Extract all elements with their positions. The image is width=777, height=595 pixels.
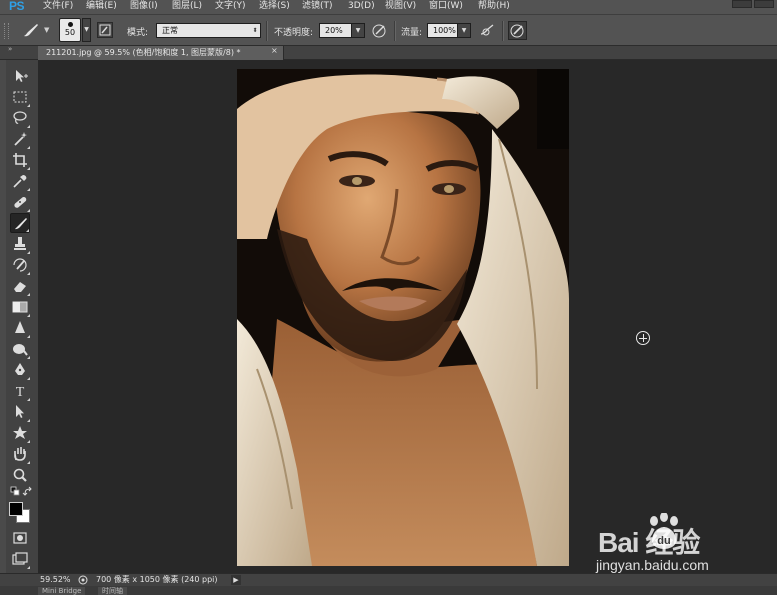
opacity-field[interactable]: 20% xyxy=(319,23,352,38)
brush-tool-preset-icon[interactable] xyxy=(20,20,42,40)
brush-tip-icon xyxy=(67,22,73,27)
menu-window[interactable]: 窗口(W) xyxy=(429,0,463,14)
crop-tool-icon[interactable] xyxy=(10,150,30,170)
menu-layer[interactable]: 图层(L) xyxy=(172,0,202,14)
zoom-level-field[interactable]: 59.52% xyxy=(38,574,76,586)
photoshop-logo: PS xyxy=(9,0,25,13)
baidu-paw-icon: du xyxy=(650,513,678,549)
brush-picker-dropdown[interactable]: ▼ xyxy=(82,18,91,42)
brush-cursor xyxy=(636,331,650,345)
separator xyxy=(394,21,396,41)
toolbox-edge xyxy=(0,60,6,595)
gradient-tool-icon[interactable] xyxy=(10,297,30,317)
eyedropper-tool-icon[interactable] xyxy=(10,171,30,191)
timeline-tab[interactable]: 时间轴 xyxy=(98,587,127,595)
flow-value: 100% xyxy=(433,26,456,35)
zoom-tool-icon[interactable] xyxy=(10,465,30,485)
close-icon[interactable]: × xyxy=(271,46,278,55)
menu-select[interactable]: 选择(S) xyxy=(259,0,290,14)
airbrush-icon[interactable] xyxy=(478,21,497,40)
clone-stamp-tool-icon[interactable] xyxy=(10,234,30,254)
brush-tool-icon[interactable] xyxy=(10,213,30,233)
opacity-value: 20% xyxy=(325,26,343,35)
opacity-label: 不透明度: xyxy=(274,28,314,38)
separator xyxy=(502,21,504,41)
blur-tool-icon[interactable] xyxy=(10,318,30,338)
mini-bridge-tab[interactable]: Mini Bridge xyxy=(38,587,86,595)
foreground-color-swatch[interactable] xyxy=(9,502,23,516)
lasso-tool-icon[interactable] xyxy=(10,108,30,128)
chevron-updown-icon: ⬍ xyxy=(252,27,258,34)
menu-bar: PS 文件(F) 编辑(E) 图像(I) 图层(L) 文字(Y) 选择(S) 滤… xyxy=(0,0,777,14)
flow-label: 流量: xyxy=(401,28,423,38)
menu-help[interactable]: 帮助(H) xyxy=(478,0,510,14)
bottom-panel-bar: Mini Bridge 时间轴 xyxy=(0,586,777,595)
magic-wand-tool-icon[interactable] xyxy=(10,129,30,149)
eraser-tool-icon[interactable] xyxy=(10,276,30,296)
document-size-info: 700 像素 x 1050 像素 (240 ppi) xyxy=(96,575,218,584)
document-profile-icon[interactable] xyxy=(78,575,88,585)
marquee-tool-icon[interactable] xyxy=(10,87,30,107)
baidu-jingyan-watermark: Bai 经验 du jingyan.baidu.com xyxy=(594,511,774,581)
history-brush-tool-icon[interactable] xyxy=(10,255,30,275)
pressure-size-icon[interactable] xyxy=(508,21,527,40)
brush-size-value: 50 xyxy=(64,28,76,37)
document-tab[interactable]: 211201.jpg @ 59.5% (色相/饱和度 1, 图层蒙版/8) * … xyxy=(38,46,284,60)
document-tab-bar: » 211201.jpg @ 59.5% (色相/饱和度 1, 图层蒙版/8) … xyxy=(0,45,777,60)
healing-brush-tool-icon[interactable] xyxy=(10,192,30,212)
swap-colors-icon[interactable] xyxy=(22,486,34,498)
svg-text:T: T xyxy=(16,385,25,400)
path-selection-tool-icon[interactable] xyxy=(10,402,30,422)
menu-image[interactable]: 图像(I) xyxy=(130,0,158,14)
menu-edit[interactable]: 编辑(E) xyxy=(86,0,117,14)
hand-tool-icon[interactable] xyxy=(10,444,30,464)
quick-mask-icon[interactable] xyxy=(10,528,30,548)
move-tool-icon[interactable] xyxy=(10,66,30,86)
brush-panel-toggle-icon[interactable] xyxy=(97,22,113,38)
dodge-tool-icon[interactable] xyxy=(10,339,30,359)
maximize-button[interactable] xyxy=(754,0,774,8)
screen-mode-icon[interactable] xyxy=(10,549,30,569)
brush-size-picker[interactable]: 50 xyxy=(59,18,81,42)
pen-tool-icon[interactable] xyxy=(10,360,30,380)
menu-filter[interactable]: 滤镜(T) xyxy=(302,0,333,14)
watermark-url: jingyan.baidu.com xyxy=(596,557,709,573)
options-bar: ▼ 50 ▼ 模式: 正常 ⬍ 不透明度: 20% ▼ 流量: 100% ▼ xyxy=(0,14,777,46)
pressure-opacity-icon[interactable] xyxy=(370,21,389,40)
blend-mode-value: 正常 xyxy=(162,26,178,35)
opacity-dropdown-button[interactable]: ▼ xyxy=(351,23,365,38)
flow-dropdown-button[interactable]: ▼ xyxy=(457,23,471,38)
tool-preset-dropdown-icon[interactable]: ▼ xyxy=(44,26,49,34)
mode-label: 模式: xyxy=(127,28,149,38)
document-tab-title: 211201.jpg @ 59.5% (色相/饱和度 1, 图层蒙版/8) * xyxy=(46,48,241,57)
menu-type[interactable]: 文字(Y) xyxy=(215,0,246,14)
collapse-toolbox-icon[interactable]: » xyxy=(8,45,12,53)
blend-mode-select[interactable]: 正常 ⬍ xyxy=(156,23,261,38)
shape-tool-icon[interactable] xyxy=(10,423,30,443)
separator xyxy=(266,21,268,41)
svg-text:du: du xyxy=(657,535,670,547)
flow-field[interactable]: 100% xyxy=(427,23,458,38)
menu-3d[interactable]: 3D(D) xyxy=(348,0,375,14)
type-tool-icon[interactable]: T xyxy=(10,381,30,401)
menu-view[interactable]: 视图(V) xyxy=(385,0,416,14)
status-menu-arrow-icon[interactable]: ▶ xyxy=(231,575,241,585)
document-image[interactable] xyxy=(237,69,569,566)
menu-file[interactable]: 文件(F) xyxy=(43,0,73,14)
default-colors-icon[interactable] xyxy=(10,486,22,498)
options-bar-grip[interactable] xyxy=(4,23,9,39)
minimize-button[interactable] xyxy=(732,0,752,8)
